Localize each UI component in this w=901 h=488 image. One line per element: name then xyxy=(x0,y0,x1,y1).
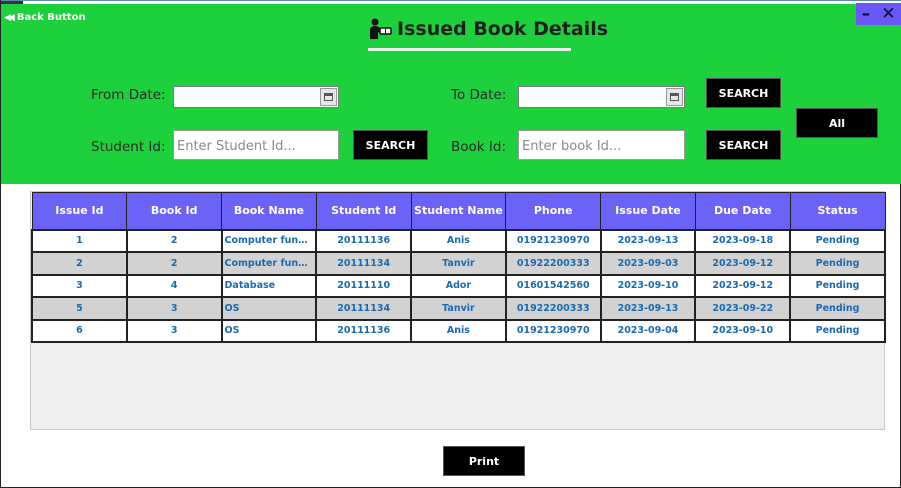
cell-book-name: Computer funda... xyxy=(220,228,318,253)
cell-book-name: Computer funda... xyxy=(220,251,318,276)
cell-phone: 01922200333 xyxy=(504,296,602,321)
to-date-calendar-button[interactable] xyxy=(666,88,683,106)
book-search-button[interactable]: SEARCH xyxy=(706,130,781,160)
cell-issue-id: 2 xyxy=(31,251,128,276)
window-controls: – ✕ xyxy=(856,3,901,25)
calendar-icon xyxy=(670,93,679,101)
cell-book-id: 2 xyxy=(125,251,223,276)
cell-issue-date: 2023-09-13 xyxy=(599,228,697,253)
student-search-button[interactable]: SEARCH xyxy=(353,130,428,160)
cell-student-id: 20111136 xyxy=(315,228,413,253)
cell-student-name: Anis xyxy=(410,318,507,343)
column-header-phone[interactable]: Phone xyxy=(505,192,602,230)
column-header-issue-date[interactable]: Issue Date xyxy=(600,192,696,230)
cell-student-id: 20111110 xyxy=(315,273,413,298)
table-row[interactable]: 6 3 OS 20111136 Anis 01921230970 2023-09-04 202… xyxy=(31,318,886,343)
cell-book-name: OS xyxy=(220,318,318,343)
all-button[interactable]: All xyxy=(796,108,878,138)
title-underline xyxy=(368,48,571,51)
column-header-student-id[interactable]: Student Id xyxy=(315,192,412,230)
cell-issue-date: 2023-09-10 xyxy=(599,273,697,298)
column-header-book-id[interactable]: Book Id xyxy=(126,192,223,230)
page-title-text: Issued Book Details xyxy=(397,18,609,40)
column-header-student-name[interactable]: Student Name xyxy=(410,192,507,230)
cell-status: Pending xyxy=(789,228,886,253)
book-id-input[interactable]: Enter book Id... xyxy=(518,130,685,160)
table-row[interactable]: 3 4 Database 20111110 Ador 01601542560 2023-09… xyxy=(31,273,886,298)
cell-due-date: 2023-09-18 xyxy=(694,228,792,253)
cell-student-name: Anis xyxy=(410,228,507,253)
book-id-label: Book Id: xyxy=(451,139,506,155)
print-button[interactable]: Print xyxy=(443,446,525,476)
issued-books-table-panel: Issue Id Book Id Book Name Student Id Studen… xyxy=(30,191,886,430)
cell-issue-id: 5 xyxy=(31,296,128,321)
cell-status: Pending xyxy=(789,318,886,343)
double-left-arrow-icon: ◀◀ xyxy=(4,12,15,23)
student-id-input[interactable]: Enter Student Id... xyxy=(173,130,339,160)
to-date-label: To Date: xyxy=(451,87,507,103)
column-header-issue-id[interactable]: Issue Id xyxy=(31,192,128,230)
cell-student-id: 20111136 xyxy=(315,318,413,343)
cell-phone: 01921230970 xyxy=(504,228,602,253)
from-date-field[interactable] xyxy=(173,86,339,108)
column-header-book-name[interactable]: Book Name xyxy=(221,192,317,230)
table-row[interactable]: 2 2 Computer funda... 20111134 Tanvir 0192220… xyxy=(31,251,886,276)
back-button[interactable]: ◀◀ Back Button xyxy=(4,12,86,23)
from-date-label: From Date: xyxy=(91,87,166,103)
close-icon[interactable]: ✕ xyxy=(881,4,895,24)
cell-phone: 01922200333 xyxy=(504,251,602,276)
table-body: 1 2 Computer funda... 20111136 Anis 019212309… xyxy=(31,228,886,343)
from-date-calendar-button[interactable] xyxy=(320,88,337,106)
student-id-label: Student Id: xyxy=(91,139,166,155)
column-header-due-date[interactable]: Due Date xyxy=(694,192,791,230)
cell-due-date: 2023-09-12 xyxy=(694,251,792,276)
cell-due-date: 2023-09-10 xyxy=(694,318,792,343)
cell-book-id: 2 xyxy=(125,228,223,253)
cell-phone: 01921230970 xyxy=(504,318,602,343)
cell-due-date: 2023-09-22 xyxy=(694,296,792,321)
table-row[interactable]: 1 2 Computer funda... 20111136 Anis 019212309… xyxy=(31,228,886,253)
cell-phone: 01601542560 xyxy=(504,273,602,298)
cell-book-id: 4 xyxy=(125,273,223,298)
cell-student-id: 20111134 xyxy=(315,296,413,321)
cell-student-name: Ador xyxy=(410,273,507,298)
calendar-icon xyxy=(324,93,333,101)
cell-book-name: OS xyxy=(220,296,318,321)
cell-status: Pending xyxy=(789,296,886,321)
reader-book-icon xyxy=(370,18,392,39)
issued-books-table: Issue Id Book Id Book Name Student Id Studen… xyxy=(31,192,886,343)
page-title: Issued Book Details xyxy=(369,18,608,40)
cell-issue-date: 2023-09-03 xyxy=(599,251,697,276)
cell-book-id: 3 xyxy=(125,296,223,321)
minimize-icon[interactable]: – xyxy=(862,4,871,24)
cell-due-date: 2023-09-12 xyxy=(694,273,792,298)
cell-student-name: Tanvir xyxy=(410,251,507,276)
cell-issue-id: 1 xyxy=(31,228,128,253)
cell-status: Pending xyxy=(789,251,886,276)
cell-issue-id: 3 xyxy=(31,273,128,298)
cell-status: Pending xyxy=(789,273,886,298)
issued-book-window: ◀◀ Back Button Issued Book Details From … xyxy=(0,0,901,488)
cell-issue-date: 2023-09-04 xyxy=(599,318,697,343)
date-search-button[interactable]: SEARCH xyxy=(706,78,781,108)
back-button-label: Back Button xyxy=(16,12,86,23)
cell-student-id: 20111134 xyxy=(315,251,413,276)
cell-issue-date: 2023-09-13 xyxy=(599,296,697,321)
table-header-row: Issue Id Book Id Book Name Student Id Studen… xyxy=(31,192,886,230)
cell-book-id: 3 xyxy=(125,318,223,343)
cell-book-name: Database xyxy=(220,273,318,298)
column-header-status[interactable]: Status xyxy=(789,192,886,230)
table-row[interactable]: 5 3 OS 20111134 Tanvir 01922200333 2023-09-13 2… xyxy=(31,296,886,321)
to-date-field[interactable] xyxy=(518,86,685,108)
header-panel: ◀◀ Back Button Issued Book Details From … xyxy=(1,4,901,184)
cell-issue-id: 6 xyxy=(31,318,128,343)
cell-student-name: Tanvir xyxy=(410,296,507,321)
